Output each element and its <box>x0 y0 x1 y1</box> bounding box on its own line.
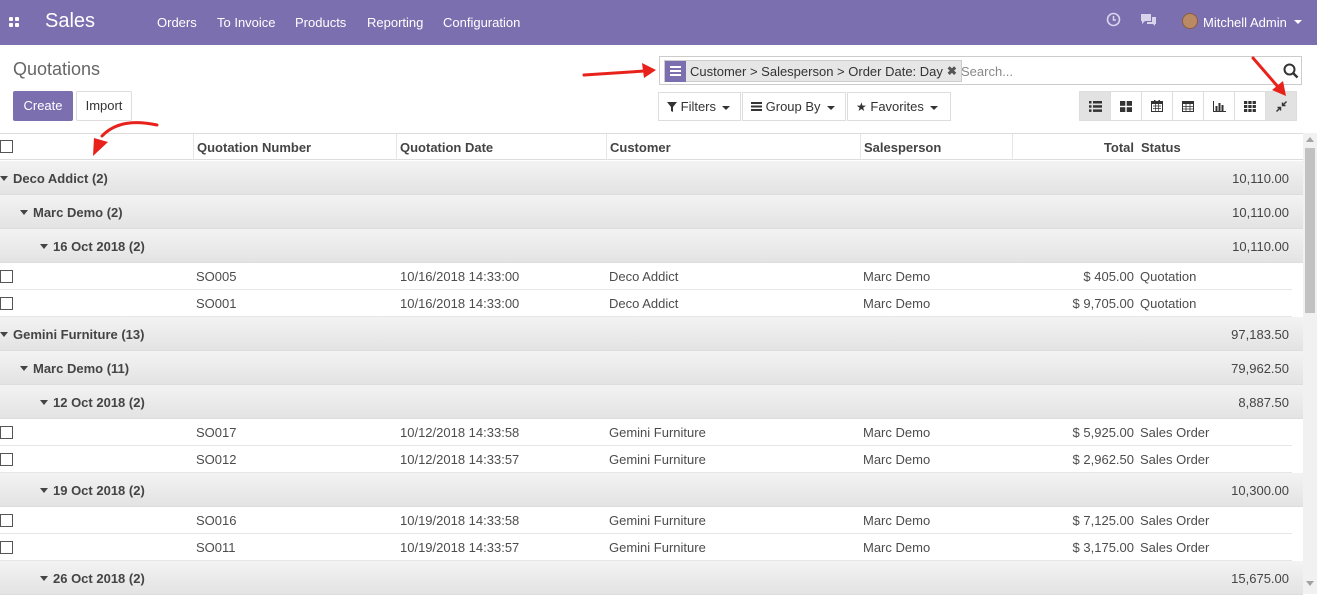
search-box[interactable]: Customer > Salesperson > Order Date: Day… <box>659 56 1302 85</box>
vertical-scrollbar[interactable] <box>1303 133 1317 594</box>
row-checkbox[interactable] <box>0 426 13 439</box>
group-total: 10,300.00 <box>1231 483 1289 498</box>
caret-down-icon <box>0 176 8 182</box>
search-input[interactable]: Search... <box>961 64 1013 79</box>
scroll-up-icon[interactable] <box>1306 137 1314 142</box>
view-switcher <box>1079 91 1297 121</box>
calendar-view-icon <box>1151 100 1163 112</box>
table-row[interactable]: SO016 10/19/2018 14:33:58 Gemini Furnitu… <box>0 507 1292 534</box>
groupby-facet-icon <box>665 60 686 82</box>
kanban-view-icon <box>1120 100 1132 112</box>
menu-configuration[interactable]: Configuration <box>443 15 520 30</box>
group-row[interactable]: 16 Oct 2018 (2) 10,110.00 <box>0 229 1303 263</box>
group-row[interactable]: 26 Oct 2018 (2) 15,675.00 <box>0 561 1303 595</box>
group-row[interactable]: Deco Addict (2) 10,110.00 <box>0 161 1303 195</box>
apps-menu-icon[interactable] <box>9 17 20 28</box>
pivot-view-icon <box>1182 100 1194 112</box>
table-row[interactable]: SO005 10/16/2018 14:33:00 Deco Addict Ma… <box>0 263 1292 290</box>
caret-down-icon <box>40 244 48 250</box>
group-row[interactable]: Gemini Furniture (13) 97,183.50 <box>0 317 1303 351</box>
list-view-icon <box>1088 100 1102 112</box>
filters-dropdown[interactable]: Filters <box>658 92 741 121</box>
user-menu-caret-icon[interactable] <box>1294 20 1302 24</box>
filters-label: Filters <box>680 99 717 114</box>
search-facet-groupby[interactable]: Customer > Salesperson > Order Date: Day… <box>664 60 962 82</box>
caret-down-icon <box>20 366 28 372</box>
grid-view-icon <box>1244 100 1256 112</box>
kanban-view-button[interactable] <box>1110 91 1142 121</box>
row-checkbox[interactable] <box>0 453 13 466</box>
select-all-checkbox[interactable] <box>0 140 13 153</box>
group-total: 97,183.50 <box>1231 327 1289 342</box>
calendar-view-button[interactable] <box>1141 91 1173 121</box>
list-view-button[interactable] <box>1079 91 1111 121</box>
scroll-thumb[interactable] <box>1305 148 1315 313</box>
group-total: 10,110.00 <box>1232 171 1289 186</box>
row-checkbox[interactable] <box>0 541 13 554</box>
pivot-view-button[interactable] <box>1172 91 1204 121</box>
favorites-label: Favorites <box>870 99 924 114</box>
menu-orders[interactable]: Orders <box>157 15 197 30</box>
messaging-chat-icon[interactable] <box>1140 12 1157 27</box>
graph-view-button[interactable] <box>1203 91 1235 121</box>
favorites-dropdown[interactable]: ★ Favorites <box>847 92 951 121</box>
group-total: 79,962.50 <box>1231 361 1289 376</box>
group-total: 10,110.00 <box>1232 239 1289 254</box>
facet-remove-icon[interactable]: ✖ <box>947 64 961 78</box>
column-quotation-date[interactable]: Quotation Date <box>400 140 493 155</box>
column-salesperson[interactable]: Salesperson <box>864 140 941 155</box>
menu-reporting[interactable]: Reporting <box>367 15 423 30</box>
bars-icon <box>751 102 762 111</box>
collapse-groups-icon <box>1275 100 1287 112</box>
menu-to-invoice[interactable]: To Invoice <box>217 15 276 30</box>
caret-down-icon <box>40 400 48 406</box>
column-total[interactable]: Total <box>1104 140 1134 155</box>
user-name[interactable]: Mitchell Admin <box>1203 15 1287 30</box>
page-title[interactable]: Quotations <box>13 59 100 80</box>
user-avatar[interactable] <box>1182 13 1198 29</box>
app-name[interactable]: Sales <box>45 10 95 33</box>
caret-down-icon <box>0 332 8 338</box>
menu-products[interactable]: Products <box>295 15 346 30</box>
activity-clock-icon[interactable] <box>1106 12 1121 27</box>
scroll-down-icon[interactable] <box>1306 581 1314 586</box>
grid-view-button[interactable] <box>1234 91 1266 121</box>
row-checkbox[interactable] <box>0 297 13 310</box>
search-icon[interactable] <box>1283 63 1299 79</box>
column-quotation-number[interactable]: Quotation Number <box>197 140 311 155</box>
group-row[interactable]: Marc Demo (2) 10,110.00 <box>0 195 1303 229</box>
table-row[interactable]: SO012 10/12/2018 14:33:57 Gemini Furnitu… <box>0 446 1292 473</box>
filter-icon <box>667 102 677 112</box>
groupby-dropdown[interactable]: Group By <box>742 92 846 121</box>
group-total: 8,887.50 <box>1238 395 1289 410</box>
arrow-to-facet-icon <box>582 63 656 78</box>
top-navbar: Sales Orders To Invoice Products Reporti… <box>0 0 1317 45</box>
caret-down-icon <box>20 210 28 216</box>
graph-view-icon <box>1212 100 1226 112</box>
column-status[interactable]: Status <box>1141 140 1181 155</box>
table-row[interactable]: SO017 10/12/2018 14:33:58 Gemini Furnitu… <box>0 419 1292 446</box>
table-row[interactable]: SO001 10/16/2018 14:33:00 Deco Addict Ma… <box>0 290 1292 317</box>
row-checkbox[interactable] <box>0 270 13 283</box>
star-icon: ★ <box>856 100 867 114</box>
caret-down-icon <box>40 488 48 494</box>
group-row[interactable]: Marc Demo (11) 79,962.50 <box>0 351 1303 385</box>
caret-down-icon <box>40 576 48 582</box>
group-total: 15,675.00 <box>1231 571 1289 586</box>
import-button[interactable]: Import <box>76 91 132 121</box>
create-button[interactable]: Create <box>13 91 73 121</box>
group-row[interactable]: 12 Oct 2018 (2) 8,887.50 <box>0 385 1303 419</box>
group-total: 10,110.00 <box>1232 205 1289 220</box>
group-row[interactable]: 19 Oct 2018 (2) 10,300.00 <box>0 473 1303 507</box>
row-checkbox[interactable] <box>0 514 13 527</box>
table-row[interactable]: SO011 10/19/2018 14:33:57 Gemini Furnitu… <box>0 534 1292 561</box>
groupby-label: Group By <box>765 99 821 114</box>
column-customer[interactable]: Customer <box>610 140 671 155</box>
table-header: Quotation Number Quotation Date Customer… <box>0 133 1303 160</box>
facet-label: Customer > Salesperson > Order Date: Day <box>690 63 943 79</box>
collapse-groups-button[interactable] <box>1265 91 1297 121</box>
